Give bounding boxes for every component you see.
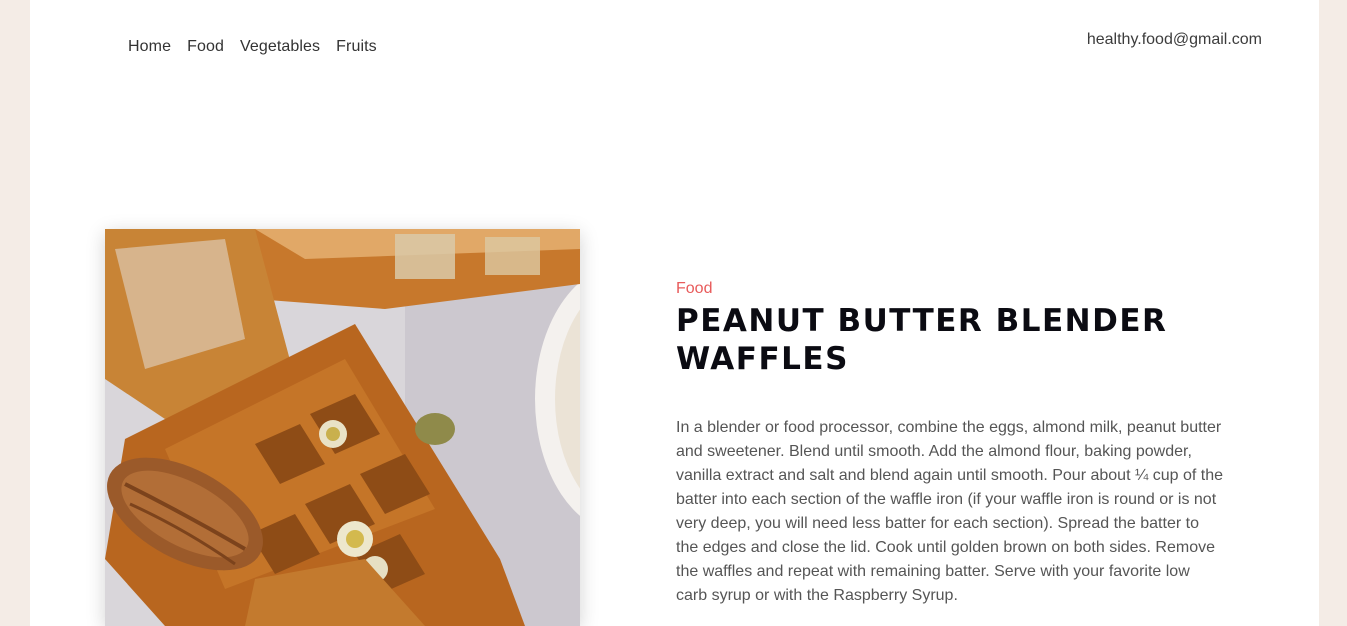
article: Food Peanut Butter Blender Waffles In a … — [676, 278, 1236, 608]
article-category[interactable]: Food — [676, 278, 1236, 300]
nav-item-vegetables[interactable]: Vegetables — [240, 38, 320, 56]
page-container: Home Food Vegetables Fruits healthy.food… — [30, 0, 1319, 626]
waffle-photo — [105, 229, 580, 626]
nav-item-fruits[interactable]: Fruits — [336, 38, 377, 56]
article-body: In a blender or food processor, combine … — [676, 419, 1224, 604]
nav-item-home[interactable]: Home — [128, 38, 171, 56]
nav-item-food[interactable]: Food — [187, 38, 224, 56]
main-nav: Home Food Vegetables Fruits — [128, 38, 377, 56]
article-title: Peanut Butter Blender Waffles — [676, 303, 1168, 377]
contact-email[interactable]: healthy.food@gmail.com — [1087, 31, 1262, 49]
